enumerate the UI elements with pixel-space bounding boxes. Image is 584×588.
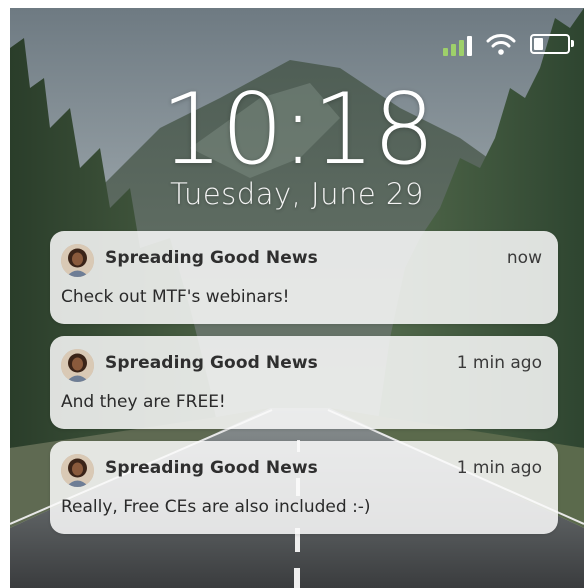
wifi-icon — [486, 32, 516, 56]
notification-card[interactable]: Spreading Good News 1 min ago Really, Fr… — [50, 441, 558, 534]
notification-time: now — [506, 248, 542, 268]
status-bar — [443, 30, 574, 56]
lock-screen-time: 10:18 — [160, 73, 435, 187]
battery-level — [534, 38, 543, 50]
notification-card[interactable]: Spreading Good News 1 min ago And they a… — [50, 336, 558, 429]
notification-card[interactable]: Spreading Good News now Check out MTF's … — [50, 231, 558, 324]
notification-message: Check out MTF's webinars! — [61, 287, 290, 307]
lock-screen-date: Tuesday, June 29 — [170, 177, 424, 211]
signal-bar — [443, 48, 448, 56]
cellular-signal-icon — [443, 32, 472, 56]
notification-app-name: Spreading Good News — [105, 458, 318, 478]
profile-avatar — [61, 244, 94, 277]
notification-app-name: Spreading Good News — [105, 353, 318, 373]
signal-bar — [467, 36, 472, 56]
battery-icon — [530, 34, 574, 54]
notification-time: 1 min ago — [456, 458, 542, 478]
profile-avatar — [61, 454, 94, 487]
notification-app-name: Spreading Good News — [105, 248, 318, 268]
notification-time: 1 min ago — [456, 353, 542, 373]
signal-bar — [459, 40, 464, 56]
signal-bar — [451, 44, 456, 56]
profile-avatar — [61, 349, 94, 382]
lock-screen: 10:18 Tuesday, June 29 Spreading Good Ne… — [10, 8, 584, 588]
notification-message: And they are FREE! — [61, 392, 226, 412]
notification-list: Spreading Good News now Check out MTF's … — [50, 231, 558, 546]
notification-message: Really, Free CEs are also included :-) — [61, 497, 371, 517]
